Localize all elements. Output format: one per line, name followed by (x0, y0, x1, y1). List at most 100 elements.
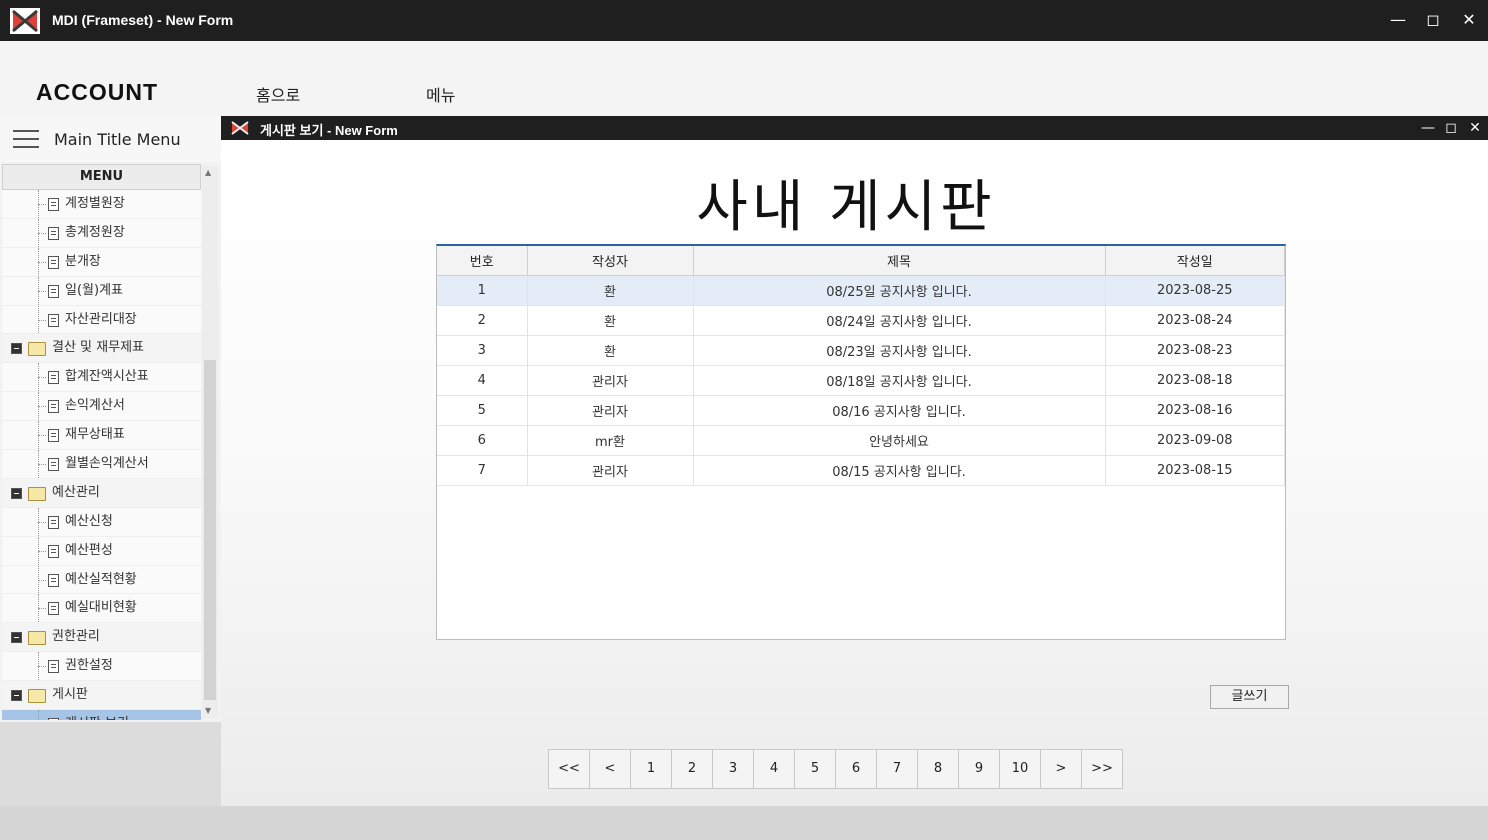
page-button[interactable]: 9 (959, 750, 1000, 788)
minimize-icon[interactable]: — (1386, 8, 1410, 32)
cell-title[interactable]: 08/25일 공지사항 입니다. (693, 275, 1106, 306)
cell-number[interactable]: 6 (437, 425, 528, 456)
page-button[interactable]: 6 (836, 750, 877, 788)
page-button[interactable]: 7 (877, 750, 918, 788)
page-button[interactable]: 2 (672, 750, 713, 788)
cell-title[interactable]: 08/24일 공지사항 입니다. (693, 305, 1106, 336)
page-button[interactable]: 3 (713, 750, 754, 788)
table-row[interactable]: 2 환 08/24일 공지사항 입니다. 2023-08-24 (437, 305, 1285, 336)
cell-title[interactable]: 08/23일 공지사항 입니다. (693, 335, 1106, 366)
cell-author[interactable]: 관리자 (527, 365, 694, 396)
child-maximize-icon[interactable]: ◻ (1441, 117, 1461, 139)
menu-item[interactable]: 합계잔액시산표 (2, 363, 201, 393)
menu-folder[interactable]: 예산관리 (2, 478, 201, 508)
page-button[interactable]: >> (1082, 750, 1122, 788)
column-header-title[interactable]: 제목 (693, 246, 1106, 276)
menu-item[interactable]: 예실대비현황 (2, 594, 201, 624)
menu-item[interactable]: 분개장 (2, 247, 201, 277)
cell-date[interactable]: 2023-08-24 (1105, 305, 1285, 336)
cell-number[interactable]: 3 (437, 335, 528, 366)
collapse-icon[interactable] (11, 690, 22, 702)
menu-folder[interactable]: 게시판 (2, 681, 201, 711)
cell-date[interactable]: 2023-09-08 (1105, 425, 1285, 456)
scroll-up-icon[interactable]: ▲ (205, 168, 211, 177)
page-button[interactable]: < (590, 750, 631, 788)
write-post-button[interactable]: 글쓰기 (1210, 685, 1289, 709)
board-grid: 번호 작성자 제목 작성일 1 환 08/25일 공지사항 입니다. 2023-08-… (436, 244, 1286, 640)
cell-author[interactable]: mr환 (527, 425, 694, 456)
page-button[interactable]: << (549, 750, 590, 788)
menu-folder[interactable]: 권한관리 (2, 623, 201, 653)
scroll-down-icon[interactable]: ▼ (205, 706, 211, 715)
page-button[interactable]: 8 (918, 750, 959, 788)
nav-menu-link[interactable]: 메뉴 (426, 82, 455, 106)
menu-item[interactable]: 예산편성 (2, 536, 201, 566)
close-icon[interactable]: ✕ (1457, 8, 1481, 32)
menu-folder[interactable]: 결산 및 재무제표 (2, 334, 201, 364)
board-child-window: 게시판 보기 - New Form — ◻ ✕ 사내 게시판 번호 작성자 제목… (221, 116, 1488, 806)
page-button[interactable]: > (1041, 750, 1082, 788)
menu-item[interactable]: 예산신청 (2, 507, 201, 537)
cell-author[interactable]: 환 (527, 305, 694, 336)
menu-item[interactable]: 게시판 보기 (2, 710, 201, 720)
collapse-icon[interactable] (11, 343, 22, 355)
hamburger-menu-icon[interactable] (13, 130, 39, 148)
table-row[interactable]: 5 관리자 08/16 공지사항 입니다. 2023-08-16 (437, 395, 1285, 426)
column-header-date[interactable]: 작성일 (1105, 246, 1285, 276)
nav-home-link[interactable]: 홈으로 (256, 82, 300, 106)
scroll-thumb[interactable] (204, 360, 216, 700)
cell-author[interactable]: 환 (527, 275, 694, 306)
menu-item[interactable]: 예산실적현황 (2, 565, 201, 595)
table-row[interactable]: 3 환 08/23일 공지사항 입니다. 2023-08-23 (437, 335, 1285, 366)
document-icon (48, 660, 59, 674)
table-row[interactable]: 6 mr환 안녕하세요 2023-09-08 (437, 425, 1285, 456)
menu-item[interactable]: 일(월)계표 (2, 276, 201, 306)
cell-number[interactable]: 2 (437, 305, 528, 336)
cell-author[interactable]: 환 (527, 335, 694, 366)
cell-number[interactable]: 7 (437, 455, 528, 486)
maximize-icon[interactable]: ◻ (1421, 8, 1445, 32)
cell-title[interactable]: 안녕하세요 (693, 425, 1106, 456)
cell-author[interactable]: 관리자 (527, 455, 694, 486)
page-button[interactable]: 5 (795, 750, 836, 788)
cell-number[interactable]: 1 (437, 275, 528, 306)
table-row[interactable]: 7 관리자 08/15 공지사항 입니다. 2023-08-15 (437, 455, 1285, 486)
cell-title[interactable]: 08/18일 공지사항 입니다. (693, 365, 1106, 396)
tree-branch (38, 406, 46, 408)
table-row[interactable]: 4 관리자 08/18일 공지사항 입니다. 2023-08-18 (437, 365, 1285, 396)
menu-item-label: 권한설정 (65, 658, 113, 674)
menu-item[interactable]: 권한설정 (2, 652, 201, 682)
cell-date[interactable]: 2023-08-18 (1105, 365, 1285, 396)
cell-date[interactable]: 2023-08-23 (1105, 335, 1285, 366)
menu-item[interactable]: 총계정원장 (2, 218, 201, 248)
column-header-number[interactable]: 번호 (437, 246, 528, 276)
cell-date[interactable]: 2023-08-15 (1105, 455, 1285, 486)
cell-number[interactable]: 4 (437, 365, 528, 396)
cell-number[interactable]: 5 (437, 395, 528, 426)
child-close-icon[interactable]: ✕ (1465, 117, 1485, 139)
page-button[interactable]: 10 (1000, 750, 1041, 788)
collapse-icon[interactable] (11, 632, 22, 644)
page-button[interactable]: 1 (631, 750, 672, 788)
menu-item-label: 자산관리대장 (65, 311, 137, 327)
sidebar-scrollbar[interactable]: ▲ ▼ (202, 166, 218, 718)
collapse-icon[interactable] (11, 487, 22, 499)
cell-title[interactable]: 08/15 공지사항 입니다. (693, 455, 1106, 486)
cell-date[interactable]: 2023-08-25 (1105, 275, 1285, 306)
cell-author[interactable]: 관리자 (527, 395, 694, 426)
page-button[interactable]: 4 (754, 750, 795, 788)
menu-item[interactable]: 월별손익계산서 (2, 450, 201, 479)
cell-date[interactable]: 2023-08-16 (1105, 395, 1285, 426)
column-header-author[interactable]: 작성자 (527, 246, 694, 276)
table-row[interactable]: 1 환 08/25일 공지사항 입니다. 2023-08-25 (437, 275, 1285, 306)
board-title: 사내 게시판 (696, 175, 996, 240)
tree-branch (38, 550, 46, 552)
cell-title[interactable]: 08/16 공지사항 입니다. (693, 395, 1106, 426)
menu-item[interactable]: 계정별원장 (2, 190, 201, 219)
menu-item[interactable]: 재무상태표 (2, 421, 201, 451)
status-bar (0, 806, 1488, 840)
menu-item[interactable]: 자산관리대장 (2, 305, 201, 335)
menu-item-label: 일(월)계표 (65, 282, 123, 298)
child-minimize-icon[interactable]: — (1418, 117, 1438, 139)
menu-item[interactable]: 손익계산서 (2, 392, 201, 422)
